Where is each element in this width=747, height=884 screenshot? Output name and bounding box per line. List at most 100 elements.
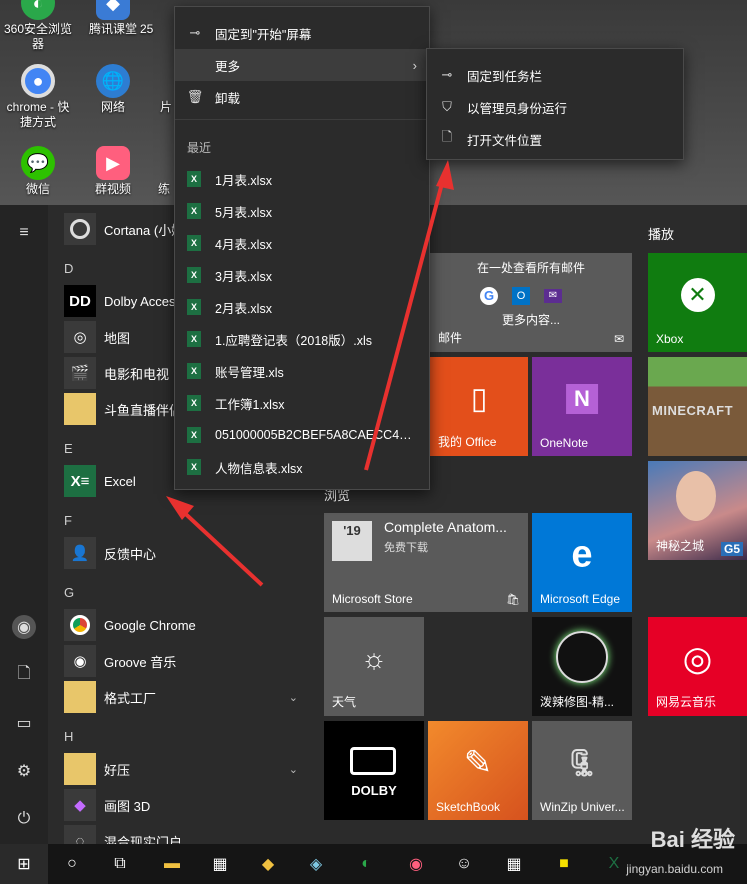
menu-item-pin-start[interactable]: ⊸ 固定到"开始"屏幕 (175, 17, 429, 49)
tile-microsoft-store[interactable]: '19 Complete Anatom... 免费下载 Microsoft St… (324, 513, 528, 612)
onenote-icon: N (566, 383, 598, 414)
letter-header-g[interactable]: G (64, 585, 74, 600)
chevron-down-icon[interactable]: ⌄ (289, 763, 298, 776)
taskbar-360-icon[interactable]: ◐ (342, 844, 390, 884)
recent-file-name: 051000005B2CBEF5A8CAECC45007... (215, 428, 415, 442)
folder-icon (64, 393, 96, 425)
taskbar-app-icon[interactable]: ◉ (392, 844, 440, 884)
recent-file-item[interactable]: X 账号管理.xls (175, 355, 429, 387)
app-feedback-hub[interactable]: 👤 反馈中心 (64, 537, 304, 569)
recent-file-item[interactable]: X 1月表.xlsx (175, 163, 429, 195)
app-mixed-reality[interactable]: ◌ 混合现实门户 (64, 825, 304, 844)
tile-minecraft[interactable]: MINECRAFT (648, 357, 747, 456)
desktop-icon-group-video[interactable]: ▶ 群视频 (75, 146, 151, 197)
documents-icon[interactable]: 🗋 (12, 663, 36, 687)
tile-dolby[interactable]: DOLBY (324, 721, 424, 820)
excel-file-icon: X (187, 395, 201, 411)
windows-start-icon[interactable]: ⊞ (0, 844, 48, 884)
tile-name: Microsoft Store (332, 592, 413, 606)
power-icon[interactable]: ⏻ (12, 807, 36, 831)
app-label: 电影和电视 (104, 366, 170, 382)
letter-header-h[interactable]: H (64, 729, 73, 744)
tile-xbox[interactable]: ✕ Xbox (648, 253, 747, 352)
office-icon: ▯ (470, 382, 488, 416)
tile-onenote[interactable]: N OneNote (532, 357, 632, 456)
app-paint-3d[interactable]: ◆ 画图 3D (64, 789, 304, 821)
menu-item-more[interactable]: 更多 › (175, 49, 429, 81)
tile-name: 网易云音乐 (656, 695, 717, 709)
tile-netease-music[interactable]: ◎ 网易云音乐 (648, 617, 747, 716)
tile-mail[interactable]: 在一处查看所有邮件 G O ✉ 更多内容... 邮件 ✉ (430, 253, 632, 352)
minecraft-logo: MINECRAFT (652, 403, 734, 418)
taskbar-app-icon[interactable]: ◆ (244, 844, 292, 884)
app-label: 地图 (104, 330, 131, 346)
tile-game[interactable]: 神秘之城 G5 (648, 461, 747, 560)
taskbar-app-icon[interactable]: ▦ (196, 844, 244, 884)
app-groove-music[interactable]: ◉ Groove 音乐 (64, 645, 304, 677)
desktop-icon-network[interactable]: 🌐 网络 (75, 64, 151, 115)
winzip-icon: 🗜 (565, 747, 599, 778)
task-view-icon[interactable]: ⧉ (96, 844, 144, 884)
pictures-icon[interactable]: ▭ (12, 711, 36, 735)
context-submenu: ⊸ 固定到任务栏 ⛉ 以管理员身份运行 🗋 打开文件位置 (426, 48, 684, 160)
chrome-icon: ● (21, 64, 55, 98)
tile-sketchbook[interactable]: ✎ SketchBook (428, 721, 528, 820)
mail-tile-more: 更多内容... (502, 313, 561, 327)
menu-item-pin-taskbar[interactable]: ⊸ 固定到任务栏 (427, 59, 683, 91)
user-avatar-icon[interactable]: ◉ (12, 615, 36, 639)
recent-file-name: 1.应聘登记表（2018版）.xls (215, 333, 372, 348)
letter-header-e[interactable]: E (64, 441, 73, 456)
store-badge: '19 (343, 523, 361, 538)
tile-weather[interactable]: ☼ 天气 (324, 617, 424, 716)
group-video-icon: ▶ (96, 146, 130, 180)
menu-item-run-as-admin[interactable]: ⛉ 以管理员身份运行 (427, 91, 683, 123)
baidu-watermark-url: jingyan.baidu.com (626, 862, 723, 876)
tencent-classroom-icon: ◆ (96, 0, 130, 20)
recent-file-item[interactable]: X 1.应聘登记表（2018版）.xls (175, 323, 429, 355)
store-bag-icon: 🛍 (506, 594, 520, 606)
dolby-icon: DD (64, 285, 96, 317)
recent-file-item[interactable]: X 人物信息表.xlsx (175, 451, 429, 483)
recent-file-name: 工作簿1.xlsx (215, 397, 285, 412)
calculator-icon[interactable]: ▦ (490, 844, 538, 884)
recent-file-name: 5月表.xlsx (215, 205, 272, 220)
cortana-search-icon[interactable]: ○ (48, 844, 96, 884)
taskbar-app-icon[interactable]: ◈ (292, 844, 340, 884)
edge-icon: e (571, 533, 593, 576)
taskbar-app-icon[interactable]: ☺ (440, 844, 488, 884)
groove-icon: ◉ (64, 645, 96, 677)
sticky-notes-icon[interactable]: ■ (540, 844, 588, 884)
menu-item-uninstall[interactable]: 🗑 卸载 (175, 81, 429, 113)
file-explorer-icon[interactable]: ▬ (148, 844, 196, 884)
recent-file-item[interactable]: X 2月表.xlsx (175, 291, 429, 323)
app-haozip[interactable]: 好压 ⌄ (64, 753, 304, 785)
desktop-icon-360-browser[interactable]: ◐ 360安全浏览 器 (0, 0, 76, 52)
settings-gear-icon[interactable]: ⚙ (12, 759, 36, 783)
tile-my-office[interactable]: ▯ 我的 Office (430, 357, 528, 456)
letter-header-f[interactable]: F (64, 513, 72, 528)
recent-file-name: 账号管理.xls (215, 365, 284, 380)
chevron-down-icon[interactable]: ⌄ (289, 691, 298, 704)
letter-header-d[interactable]: D (64, 261, 73, 276)
tile-microsoft-edge[interactable]: e Microsoft Edge (532, 513, 632, 612)
recent-file-item[interactable]: X 3月表.xlsx (175, 259, 429, 291)
recent-file-item[interactable]: X 4月表.xlsx (175, 227, 429, 259)
app-google-chrome[interactable]: Google Chrome (64, 609, 304, 641)
recent-file-item[interactable]: X 工作簿1.xlsx (175, 387, 429, 419)
excel-file-icon: X (187, 363, 201, 379)
recent-file-item[interactable]: X 051000005B2CBEF5A8CAECC45007... (175, 419, 429, 451)
desktop-icon-wechat[interactable]: 💬 微信 (0, 146, 76, 197)
tile-winzip[interactable]: 🗜 WinZip Univer... (532, 721, 632, 820)
recent-file-item[interactable]: X 5月表.xlsx (175, 195, 429, 227)
app-label: 画图 3D (104, 798, 151, 814)
context-menu: ⊸ 固定到"开始"屏幕 更多 › 🗑 卸载 最近 X 1月表.xlsx X 5月表.… (174, 6, 430, 490)
hamburger-menu-icon[interactable]: ≡ (12, 221, 36, 245)
group-label-play[interactable]: 播放 (648, 224, 674, 243)
maps-icon: ◎ (64, 321, 96, 353)
menu-item-open-file-location[interactable]: 🗋 打开文件位置 (427, 123, 683, 155)
pin-icon: ⊸ (441, 67, 453, 82)
tile-name: 我的 Office (438, 435, 497, 449)
tile-photo-editor[interactable]: 泼辣修图-精... (532, 617, 632, 716)
desktop-icon-chrome[interactable]: ● chrome - 快 捷方式 (0, 64, 76, 130)
app-format-factory[interactable]: 格式工厂 ⌄ (64, 681, 304, 713)
